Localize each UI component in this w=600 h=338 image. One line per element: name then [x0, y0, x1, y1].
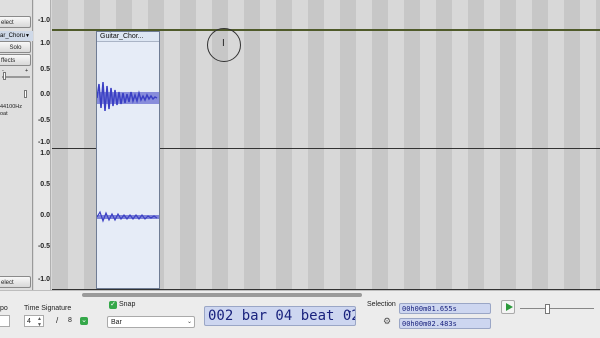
ts-numerator: 4 [27, 318, 31, 325]
snap-unit-value: Bar [111, 319, 122, 326]
ruler-label: -1.0 [37, 276, 50, 283]
stepper-icon: ▲ ▼ [37, 316, 42, 328]
tracks-area[interactable]: Guitar_Chor... I [52, 0, 600, 290]
gain-slider[interactable] [2, 76, 30, 78]
ruler-label: 0.5 [40, 181, 50, 188]
selection-settings-gear-icon[interactable]: ⚙ [383, 316, 391, 327]
ruler-label: -0.5 [37, 117, 50, 124]
ruler-label: 0.0 [40, 212, 50, 219]
slider-plus: + [25, 68, 29, 74]
selection-end-value: 00h00m02.483s [402, 320, 457, 328]
selection-start-time[interactable]: 00h00m01.655s [399, 303, 491, 314]
ts-separator: / [56, 316, 59, 325]
track-name: ar_Choru [0, 33, 26, 39]
beats-value: 002 bar 04 beat 02 [208, 308, 356, 324]
selection-label: Selection [367, 301, 396, 308]
chevron-down-icon: ▼ [25, 33, 30, 39]
track-control-panel: elect ar_Choru▼ Solo ffects - + 44100Hz … [0, 0, 33, 290]
ruler-label: 0.5 [40, 66, 50, 73]
tempo-field[interactable] [0, 315, 10, 327]
play-speed-slider-thumb[interactable] [545, 304, 550, 314]
play-speed-slider[interactable] [520, 308, 594, 309]
tempo-label: po [0, 305, 8, 312]
selection-end-time[interactable]: 00h00m02.483s [399, 318, 491, 329]
ruler-label: 1.0 [40, 150, 50, 157]
ruler-label: -1.0 [37, 139, 50, 146]
i-beam-cursor-icon: I [222, 38, 225, 49]
selection-start-value: 00h00m01.655s [402, 305, 457, 313]
clip-title[interactable]: Guitar_Chor... [97, 32, 159, 42]
pan-slider-thumb[interactable] [24, 90, 27, 98]
track-name-menu[interactable]: ar_Choru▼ [0, 31, 33, 41]
waveform-upper [97, 81, 159, 112]
gain-slider-thumb[interactable] [3, 72, 6, 80]
beats-display[interactable]: 002 bar 04 beat 02 [204, 306, 356, 326]
snap-unit-dropdown[interactable]: Bar ⌄ [107, 316, 195, 328]
play-at-speed-button[interactable] [501, 300, 515, 314]
audacity-window: Guitar_Chor... I elect ar_Choru▼ Solo ff… [0, 0, 600, 338]
time-signature-label: Time Signature [24, 305, 72, 312]
ts-denominator-field[interactable]: 8 [66, 315, 80, 327]
ts-dropdown-icon[interactable]: ⌄ [80, 317, 88, 325]
ruler-label: 1.0 [40, 40, 50, 47]
ruler-label: -1.0 [37, 17, 50, 24]
horizontal-scrollbar[interactable] [0, 290, 600, 298]
beats-format-chevron-icon[interactable]: ▾ [348, 309, 351, 316]
sample-rate: 44100Hz [0, 104, 23, 110]
ts-denominator: 8 [68, 317, 72, 324]
effects-button[interactable]: ffects [0, 54, 31, 66]
vertical-ruler: -1.0 1.0 0.5 0.0 -0.5 -1.0 1.0 0.5 0.0 -… [34, 0, 51, 290]
solo-button[interactable]: Solo [0, 41, 31, 53]
snap-label: Snap [119, 301, 136, 308]
chevron-down-icon: ⌄ [186, 319, 192, 325]
audio-clip[interactable]: Guitar_Chor... [96, 31, 160, 289]
ruler-label: 0.0 [40, 91, 50, 98]
snap-checkbox[interactable]: ✓ [109, 301, 117, 309]
ruler-label: -0.5 [37, 243, 50, 250]
waveform-lower [97, 210, 159, 223]
scrollbar-thumb[interactable] [82, 293, 362, 297]
select-button-bottom[interactable]: elect [0, 276, 31, 288]
sample-format: oat [0, 111, 8, 117]
ts-numerator-field[interactable]: 4 ▲ ▼ [24, 315, 44, 328]
select-button-top[interactable]: elect [0, 16, 31, 28]
